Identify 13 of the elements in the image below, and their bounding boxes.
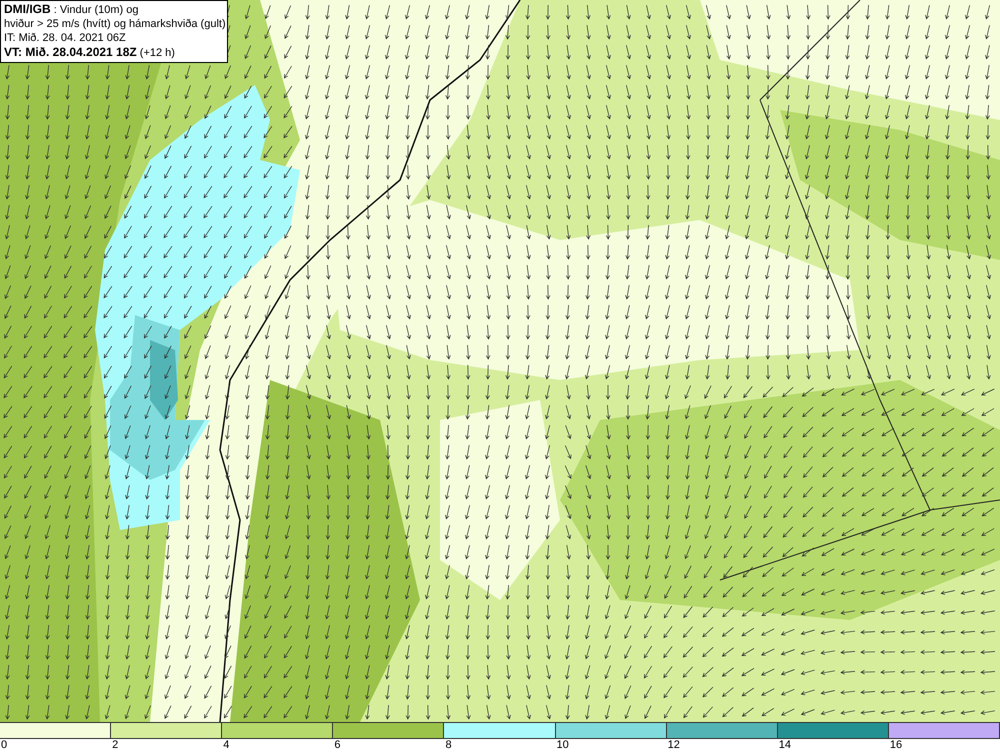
legend-label: 0 xyxy=(0,739,8,751)
legend-label: 12 xyxy=(666,739,680,751)
legend-label: 4 xyxy=(222,739,230,751)
legend-label: 8 xyxy=(444,739,452,751)
caption-line: hviður > 25 m/s (hvítt) og hámarkshviða (gult) xyxy=(4,17,224,31)
legend-label: 14 xyxy=(778,739,792,751)
caption-line: IT: Mið. 28. 04. 2021 06Z xyxy=(4,31,127,45)
legend-label: 16 xyxy=(888,739,902,751)
caption-line: VT: Mið. 28.04.2021 18Z (+12 h) xyxy=(4,45,176,60)
legend-label: 10 xyxy=(556,739,569,751)
legend-label: 6 xyxy=(333,739,340,751)
caption-line: DMI/IGB : Vindur (10m) og xyxy=(4,2,140,17)
legend-label: 2 xyxy=(111,739,118,751)
